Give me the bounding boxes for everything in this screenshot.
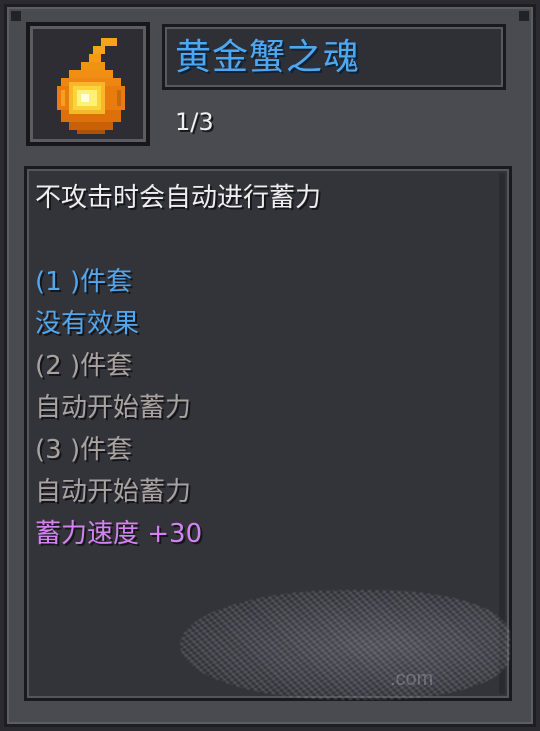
set-bonus-3-header: (3 )件套: [35, 435, 133, 465]
item-icon-frame: [26, 22, 150, 146]
set-bonus-2-header: (2 )件套: [35, 351, 133, 381]
golden-flame-soul-icon: [57, 38, 125, 134]
panel-corner-decoration: [519, 11, 529, 21]
charge-speed-bonus: 蓄力速度 +30: [35, 519, 203, 549]
description-line: 不攻击时会自动进行蓄力: [35, 183, 322, 213]
item-title-box: 黄金蟹之魂: [162, 24, 506, 90]
set-bonus-2-effect: 自动开始蓄力: [35, 393, 192, 423]
set-bonus-3-effect: 自动开始蓄力: [35, 477, 192, 507]
set-bonus-1-effect: 没有效果: [35, 309, 140, 339]
description-scrollbar[interactable]: [499, 173, 505, 694]
panel-corner-decoration: [11, 11, 21, 21]
set-piece-count: 1/3: [175, 108, 214, 136]
item-title: 黄金蟹之魂: [175, 37, 361, 78]
watermark-logo: [180, 590, 510, 700]
set-bonus-1-header: (1 )件套: [35, 267, 133, 297]
watermark-text: .com: [390, 668, 434, 690]
